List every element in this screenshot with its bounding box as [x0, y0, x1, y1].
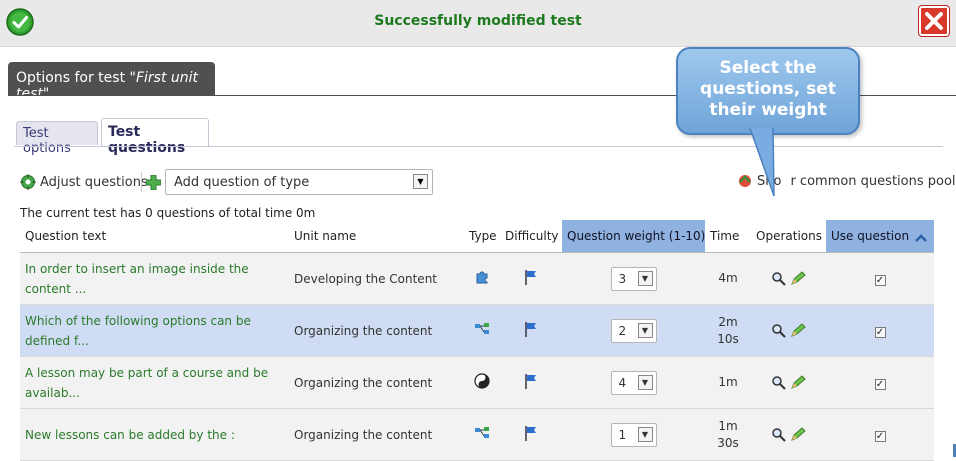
match-icon	[475, 323, 489, 334]
flag-icon	[525, 374, 536, 389]
edit-icon[interactable]	[790, 375, 806, 390]
preview-icon[interactable]	[771, 375, 786, 390]
time-value: 1m	[718, 418, 738, 433]
tab-test-questions[interactable]: Test questions	[101, 118, 209, 156]
adjust-questions-button[interactable]: Adjust questions	[20, 174, 148, 190]
table-row: New lessons can be added by the : Organi…	[20, 408, 934, 461]
edit-icon[interactable]	[790, 427, 806, 442]
chevron-down-icon: ▼	[637, 374, 653, 390]
preview-icon[interactable]	[771, 427, 786, 442]
use-question-checkbox[interactable]: ✓	[874, 430, 886, 442]
table-row: Which of the following options can be de…	[20, 304, 934, 357]
adjust-questions-label: Adjust questions	[40, 174, 148, 190]
gear-icon	[20, 174, 36, 190]
flag-icon	[525, 270, 536, 285]
table-header-row: Question text Unit name Type Difficulty …	[20, 220, 934, 253]
weight-select[interactable]: 4 ▼	[610, 370, 657, 395]
callout-tail	[749, 128, 775, 197]
col-question-weight[interactable]: Question weight (1-10)	[562, 220, 705, 253]
tabs-divider	[14, 146, 943, 147]
question-type-select-value: Add question of type	[174, 175, 310, 190]
question-link[interactable]: A lesson may be part of a course and be …	[25, 363, 284, 403]
weight-select[interactable]: 1 ▼	[610, 422, 657, 447]
time-value-seconds: 30s	[717, 435, 739, 450]
unit-name: Organizing the content	[289, 408, 464, 461]
time-value: 4m	[718, 271, 738, 285]
chevron-down-icon: ▼	[637, 426, 653, 442]
question-link[interactable]: Which of the following options can be de…	[25, 311, 284, 351]
add-icon	[146, 175, 161, 190]
table-row: In order to insert an image inside the c…	[20, 252, 934, 305]
options-header-label: Options for test	[16, 70, 130, 86]
chevron-down-icon: ▼	[413, 174, 428, 189]
status-message-bar: Successfully modified test	[0, 0, 956, 47]
flag-icon	[525, 426, 536, 441]
sort-ascending-icon[interactable]	[914, 233, 928, 243]
col-unit-name[interactable]: Unit name	[289, 220, 464, 253]
flag-icon	[525, 322, 536, 337]
question-link[interactable]: In order to insert an image inside the c…	[25, 259, 284, 299]
edit-icon[interactable]	[790, 271, 806, 286]
hint-callout: Select the questions, set their weight	[676, 47, 860, 135]
unit-name: Organizing the content	[289, 304, 464, 357]
chevron-down-icon: ▼	[637, 322, 653, 338]
time-value-seconds: 10s	[717, 331, 739, 346]
yinyang-icon	[474, 373, 490, 389]
table-row: A lesson may be part of a course and be …	[20, 356, 934, 409]
weight-select[interactable]: 3 ▼	[610, 266, 657, 291]
status-message: Successfully modified test	[374, 13, 582, 29]
col-type[interactable]: Type	[464, 220, 500, 253]
questions-table: Question text Unit name Type Difficulty …	[20, 220, 934, 461]
options-header: Options for test "First unit test"	[8, 62, 215, 102]
use-question-checkbox[interactable]: ✓	[874, 378, 886, 390]
col-question-text[interactable]: Question text	[20, 220, 289, 253]
question-link[interactable]: New lessons can be added by the :	[25, 425, 284, 445]
time-value: 1m	[718, 375, 738, 389]
use-question-checkbox[interactable]: ✓	[874, 274, 886, 286]
unit-name: Organizing the content	[289, 356, 464, 409]
col-operations: Operations	[751, 220, 826, 253]
toolbar-separator	[141, 172, 142, 192]
preview-icon[interactable]	[771, 323, 786, 338]
unit-name: Developing the Content	[289, 252, 464, 305]
col-difficulty[interactable]: Difficulty	[500, 220, 562, 253]
close-icon	[925, 12, 943, 30]
edit-icon[interactable]	[790, 323, 806, 338]
match-icon	[475, 427, 489, 438]
use-question-checkbox[interactable]: ✓	[874, 326, 886, 338]
test-summary: The current test has 0 questions of tota…	[20, 206, 316, 220]
preview-icon[interactable]	[771, 271, 786, 286]
question-type-select[interactable]: Add question of type ▼	[165, 169, 433, 195]
close-message-button[interactable]	[919, 6, 949, 36]
chevron-down-icon: ▼	[637, 270, 653, 286]
time-value: 2m	[718, 314, 738, 329]
puzzle-icon	[476, 271, 488, 284]
weight-select[interactable]: 2 ▼	[610, 318, 657, 343]
tab-test-options[interactable]: Test options	[16, 121, 98, 156]
col-time[interactable]: Time	[705, 220, 751, 253]
